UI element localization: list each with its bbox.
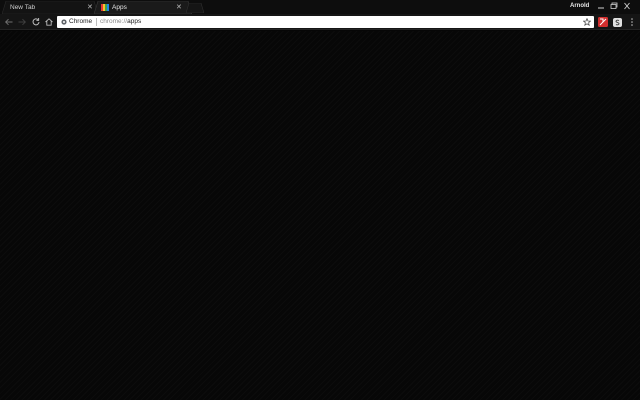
restore-icon[interactable] (608, 1, 620, 11)
url-scheme: chrome:// (100, 18, 128, 25)
tab-apps[interactable]: Apps ✕ (94, 1, 192, 14)
browser-window: New Tab ✕ Apps ✕ Arnold Chrome chrome://… (0, 0, 640, 400)
address-divider (96, 18, 97, 26)
security-chip-label[interactable]: Chrome (69, 16, 92, 28)
browser-toolbar: Chrome chrome://apps (0, 14, 640, 30)
page-content (0, 31, 640, 400)
tab-title: Apps (112, 4, 127, 11)
apps-grid-icon (101, 4, 109, 11)
tab-close-icon[interactable]: ✕ (87, 1, 93, 14)
window-close-icon[interactable] (621, 1, 633, 11)
forward-arrow-icon[interactable] (17, 17, 27, 27)
profile-name[interactable]: Arnold (570, 2, 589, 10)
bookmark-star-icon[interactable] (583, 18, 591, 26)
new-tab-button[interactable] (186, 3, 204, 13)
tab-title: New Tab (10, 4, 36, 11)
kebab-menu-icon[interactable] (629, 17, 635, 27)
tab-close-icon[interactable]: ✕ (176, 1, 182, 14)
reload-icon[interactable] (31, 17, 41, 27)
chrome-page-icon (61, 19, 67, 25)
url-host: apps (127, 18, 142, 25)
tab-new-tab[interactable]: New Tab ✕ (2, 1, 98, 14)
url-text[interactable]: chrome://apps (100, 16, 141, 28)
address-bar[interactable]: Chrome chrome://apps (57, 16, 594, 28)
back-arrow-icon[interactable] (4, 17, 14, 27)
home-icon[interactable] (44, 17, 54, 27)
tab-strip: New Tab ✕ Apps ✕ Arnold (0, 0, 640, 14)
extension-badge-icon[interactable] (613, 18, 622, 27)
minimize-icon[interactable] (595, 1, 607, 11)
extension-icon[interactable] (598, 17, 608, 27)
